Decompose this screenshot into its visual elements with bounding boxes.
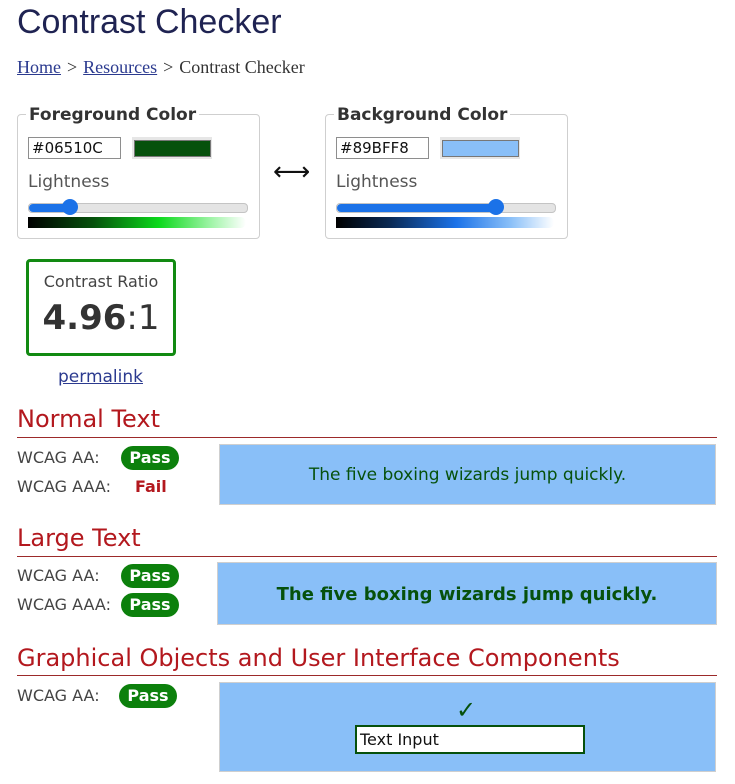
large-text-heading: Large Text bbox=[17, 524, 141, 552]
background-swatch bbox=[442, 140, 519, 157]
swap-colors-icon[interactable]: ⟷ bbox=[273, 158, 310, 186]
graphical-objects-heading: Graphical Objects and User Interface Com… bbox=[17, 644, 620, 672]
large-aaa-pass-badge: Pass bbox=[121, 593, 179, 617]
foreground-legend: Foreground Color bbox=[26, 104, 200, 126]
normal-aa-pass-badge: Pass bbox=[121, 446, 179, 470]
graphical-aa-pass-badge: Pass bbox=[119, 684, 177, 708]
foreground-swatch bbox=[134, 140, 211, 157]
contrast-ratio-suffix: :1 bbox=[126, 298, 160, 338]
background-slider-thumb[interactable] bbox=[488, 199, 505, 215]
background-hex-input[interactable]: #89BFF8 bbox=[336, 137, 429, 159]
graphical-objects-divider bbox=[17, 675, 717, 676]
large-aa-label: WCAG AA: bbox=[17, 566, 100, 585]
foreground-color-picker[interactable] bbox=[132, 137, 212, 159]
breadcrumb-current: Contrast Checker bbox=[179, 57, 305, 77]
normal-aa-label: WCAG AA: bbox=[17, 448, 100, 467]
background-color-picker[interactable] bbox=[440, 137, 520, 159]
foreground-hex-input[interactable]: #06510C bbox=[28, 137, 121, 159]
background-lightness-slider[interactable] bbox=[336, 199, 556, 215]
background-lightness-gradient bbox=[336, 217, 554, 228]
foreground-slider-thumb[interactable] bbox=[62, 199, 79, 215]
large-text-sample: The five boxing wizards jump quickly. bbox=[217, 562, 717, 625]
background-lightness-label: Lightness bbox=[336, 172, 418, 192]
large-aa-pass-badge: Pass bbox=[121, 564, 179, 588]
breadcrumb-home-link[interactable]: Home bbox=[17, 57, 61, 77]
contrast-ratio-box: Contrast Ratio 4.96:1 bbox=[26, 259, 176, 356]
foreground-lightness-slider[interactable] bbox=[28, 199, 248, 215]
background-slider-fill bbox=[337, 204, 497, 212]
checkmark-icon: ✓ bbox=[456, 696, 477, 724]
contrast-ratio-value: 4.96:1 bbox=[29, 298, 173, 338]
sample-text-input[interactable]: Text Input bbox=[355, 725, 585, 754]
normal-text-heading: Normal Text bbox=[17, 405, 161, 433]
graphical-aa-label: WCAG AA: bbox=[17, 686, 100, 705]
foreground-color-panel: Foreground Color #06510C Lightness bbox=[17, 104, 260, 239]
large-aaa-label: WCAG AAA: bbox=[17, 595, 111, 614]
background-color-panel: Background Color #89BFF8 Lightness bbox=[325, 104, 568, 239]
breadcrumb-separator: > bbox=[163, 57, 174, 77]
normal-aaa-fail-badge: Fail bbox=[135, 477, 167, 496]
page-title: Contrast Checker bbox=[17, 3, 282, 41]
breadcrumb-resources-link[interactable]: Resources bbox=[83, 57, 157, 77]
breadcrumb-separator: > bbox=[67, 57, 78, 77]
graphical-objects-sample: ✓ Text Input bbox=[219, 682, 716, 772]
normal-text-divider bbox=[17, 437, 717, 438]
contrast-ratio-number: 4.96 bbox=[42, 298, 127, 338]
large-text-divider bbox=[17, 556, 717, 557]
normal-aaa-label: WCAG AAA: bbox=[17, 477, 111, 496]
background-legend: Background Color bbox=[334, 104, 511, 126]
contrast-ratio-label: Contrast Ratio bbox=[43, 272, 159, 291]
normal-text-sample: The five boxing wizards jump quickly. bbox=[219, 444, 716, 505]
permalink-link[interactable]: permalink bbox=[58, 366, 143, 388]
foreground-lightness-label: Lightness bbox=[28, 172, 110, 192]
foreground-lightness-gradient bbox=[28, 217, 246, 228]
breadcrumb: Home > Resources > Contrast Checker bbox=[17, 56, 305, 78]
